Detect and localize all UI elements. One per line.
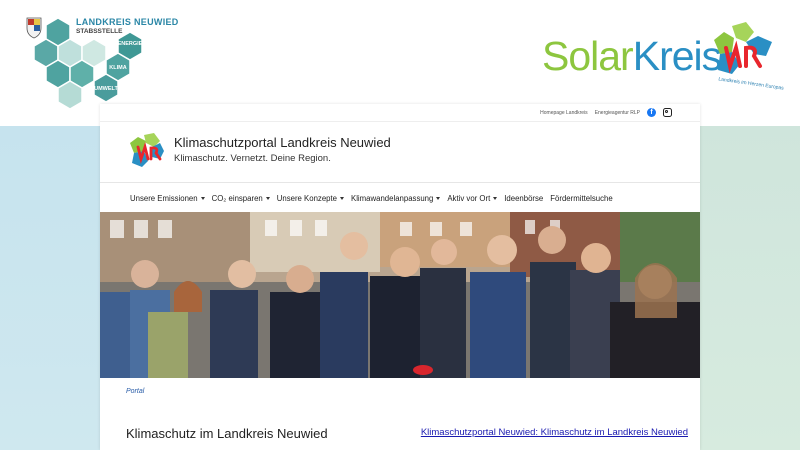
caret-down-icon [265,197,270,200]
caret-down-icon [436,197,441,200]
nav-label: Unsere Konzepte [276,194,337,203]
main-nav: Unsere Emissionen CO₂ einsparen Unsere K… [130,194,613,203]
nav-label: Fördermittelsuche [550,194,613,203]
nav-label: Klimawandelanpassung [351,194,434,203]
website-panel: Homepage Landkreis Energieagentur RLP f … [100,104,700,450]
left-background-band [0,126,100,450]
site-logo-icon[interactable] [126,131,164,171]
page-heading: Klimaschutz im Landkreis Neuwied [126,426,328,441]
nav-label: Aktiv vor Ort [447,194,491,203]
nav-klimawandelanpassung[interactable]: Klimawandelanpassung [351,194,441,203]
facebook-icon[interactable]: f [647,108,656,117]
instagram-icon[interactable] [663,108,672,117]
site-tagline: Klimaschutz. Vernetzt. Deine Region. [174,153,331,164]
svg-text:UMWELT: UMWELT [94,86,118,92]
nav-label: Ideenbörse [504,194,544,203]
nr-emblem-icon [714,22,772,74]
site-header: Klimaschutzportal Landkreis Neuwied Klim… [100,121,700,183]
svg-text:KLIMA: KLIMA [109,65,126,71]
nav-ideenboerse[interactable]: Ideenbörse [504,194,543,203]
svg-text:ENERGIE: ENERGIE [118,41,143,47]
nav-unsere-konzepte[interactable]: Unsere Konzepte [277,194,344,203]
nav-label: Unsere Emissionen [130,194,198,203]
nav-aktiv-vor-ort[interactable]: Aktiv vor Ort [447,194,498,203]
homepage-landkreis-link[interactable]: Homepage Landkreis [540,110,588,116]
caret-down-icon [493,197,498,200]
nav-foerdermittelsuche[interactable]: Fördermittelsuche [550,194,612,203]
solarkreis-logo: SolarKreis [542,33,722,79]
nav-co2-einsparen[interactable]: CO₂ einsparen [212,194,270,203]
coat-of-arms-icon [26,17,42,39]
site-title: Klimaschutzportal Landkreis Neuwied [174,135,391,150]
solar-wordmark-part1: Solar [542,33,634,79]
logo-title: LANDKREIS NEUWIED [76,17,179,27]
energieagentur-link[interactable]: Energieagentur RLP [595,110,640,116]
caret-down-icon [340,197,344,200]
hero-group-photo [100,212,700,378]
caret-down-icon [200,197,205,200]
top-links: Homepage Landkreis Energieagentur RLP f [540,108,672,117]
nav-label: CO₂ einsparen [211,194,263,203]
right-background-band [700,126,800,450]
portal-link[interactable]: Klimaschutzportal Neuwied: Klimaschutz i… [421,427,688,438]
logo-subtitle: STABSSTELLE [76,28,123,35]
landkreis-logo-text: LANDKREIS NEUWIED STABSSTELLE [76,17,179,35]
breadcrumb[interactable]: Portal [126,388,144,395]
nav-unsere-emissionen[interactable]: Unsere Emissionen [130,194,205,203]
